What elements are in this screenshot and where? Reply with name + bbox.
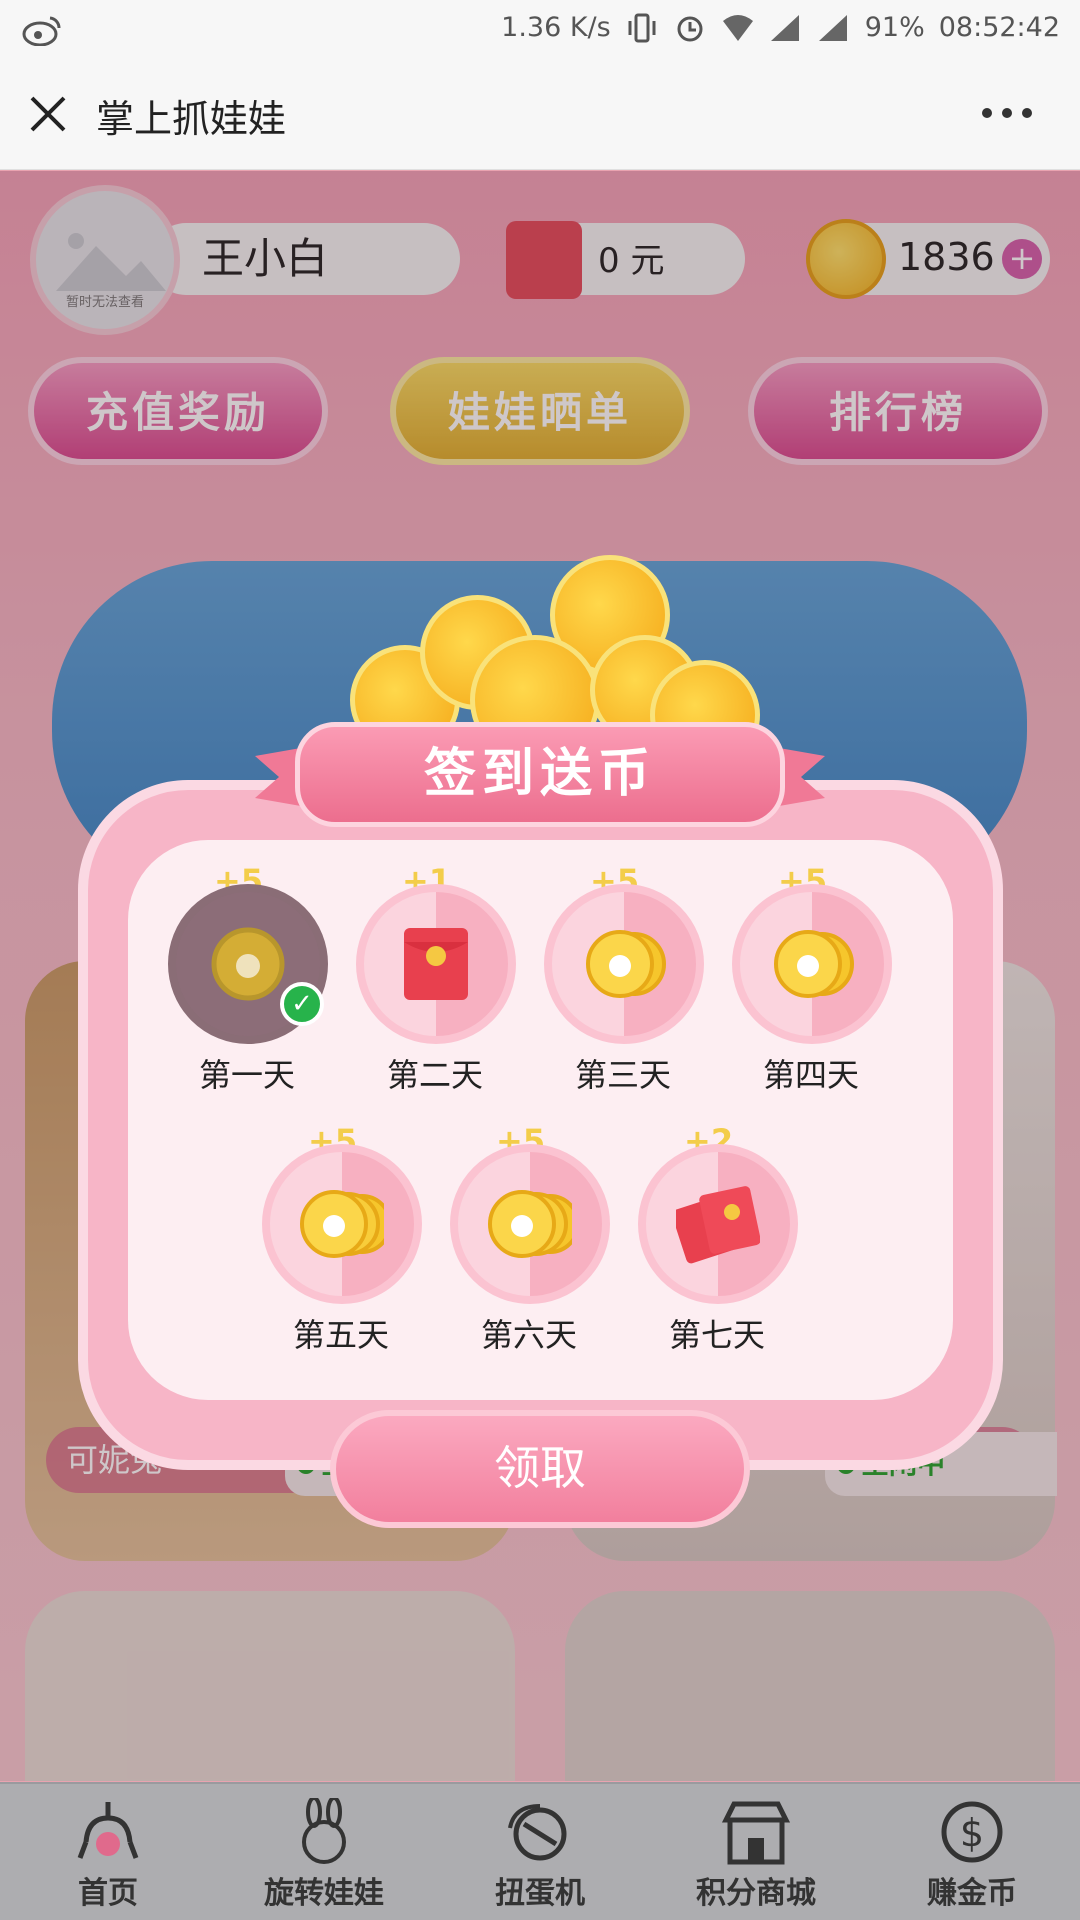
- day-3-reward: +5 第三天: [538, 862, 708, 1094]
- dollar-coin-icon: $: [941, 1801, 1003, 1863]
- tab-gacha[interactable]: 扭蛋机: [432, 1784, 648, 1920]
- tab-label: 积分商城: [696, 1876, 816, 1911]
- claim-button[interactable]: 领取: [330, 1410, 750, 1528]
- day-7-reward: +2 第七天: [632, 1122, 802, 1354]
- coin-stack-icon: [586, 930, 666, 998]
- tab-label: 首页: [78, 1876, 138, 1911]
- day-label: 第三天: [574, 1056, 671, 1094]
- gacha-icon: [508, 1804, 567, 1861]
- day-label: 第四天: [762, 1056, 859, 1094]
- gold-coin-icon: [211, 927, 285, 1001]
- more-menu-icon[interactable]: [982, 108, 1032, 120]
- day-label: 第六天: [480, 1316, 577, 1354]
- bottom-tab-bar: 首页 旋转娃娃 扭蛋机 积分商城 $ 赚金币: [0, 1782, 1080, 1920]
- page-title: 掌上抓娃娃: [96, 97, 287, 141]
- day-label: 第一天: [198, 1056, 295, 1094]
- day-1-reward: +5 ✓ 第一天: [162, 862, 332, 1094]
- day-label: 第二天: [386, 1056, 483, 1094]
- day-4-reward: +5 第四天: [726, 862, 896, 1094]
- alarm-icon: [677, 16, 703, 41]
- close-icon[interactable]: [28, 94, 68, 134]
- red-envelope-icon: [404, 928, 468, 1000]
- weibo-icon: [22, 16, 61, 46]
- red-envelopes-icon: [676, 1186, 760, 1264]
- signal-icon-2: [818, 14, 847, 41]
- tab-label: 赚金币: [927, 1876, 1017, 1911]
- tab-earn-coins[interactable]: $ 赚金币: [864, 1784, 1080, 1920]
- tab-spin-doll[interactable]: 旋转娃娃: [216, 1784, 432, 1920]
- modal-title-ribbon: 签到送币: [255, 722, 825, 837]
- day-6-reward: +5 第六天: [444, 1122, 614, 1354]
- clock: 08:52:42: [938, 12, 1060, 43]
- coin-pile-icon: [488, 1190, 572, 1258]
- bunny-icon: [302, 1798, 346, 1864]
- claw-icon: [77, 1802, 139, 1859]
- shop-icon: [721, 1801, 791, 1865]
- coin-pile-icon: [300, 1190, 384, 1258]
- battery-level: 91%: [864, 12, 925, 43]
- signal-icon: [770, 14, 799, 41]
- tab-home[interactable]: 首页: [0, 1784, 216, 1920]
- svg-text:$: $: [960, 1811, 984, 1855]
- day-label: 第七天: [668, 1316, 765, 1354]
- day-5-reward: +5 第五天: [256, 1122, 426, 1354]
- vibrate-icon: [628, 13, 656, 42]
- tab-points-mall[interactable]: 积分商城: [648, 1784, 864, 1920]
- status-bar: 1.36 K/s 91% 08:52:42: [0, 0, 1080, 58]
- network-speed: 1.36 K/s: [501, 12, 611, 43]
- tab-label: 扭蛋机: [495, 1876, 585, 1911]
- wifi-icon: [722, 14, 753, 41]
- day-2-reward: +1 第二天: [350, 862, 520, 1094]
- modal-title: 签到送币: [295, 722, 785, 827]
- coin-stack-icon: [774, 930, 854, 998]
- title-bar: 掌上抓娃娃: [0, 58, 1080, 170]
- day-label: 第五天: [292, 1316, 389, 1354]
- tab-label: 旋转娃娃: [264, 1876, 384, 1911]
- claimed-check-icon: ✓: [280, 982, 324, 1026]
